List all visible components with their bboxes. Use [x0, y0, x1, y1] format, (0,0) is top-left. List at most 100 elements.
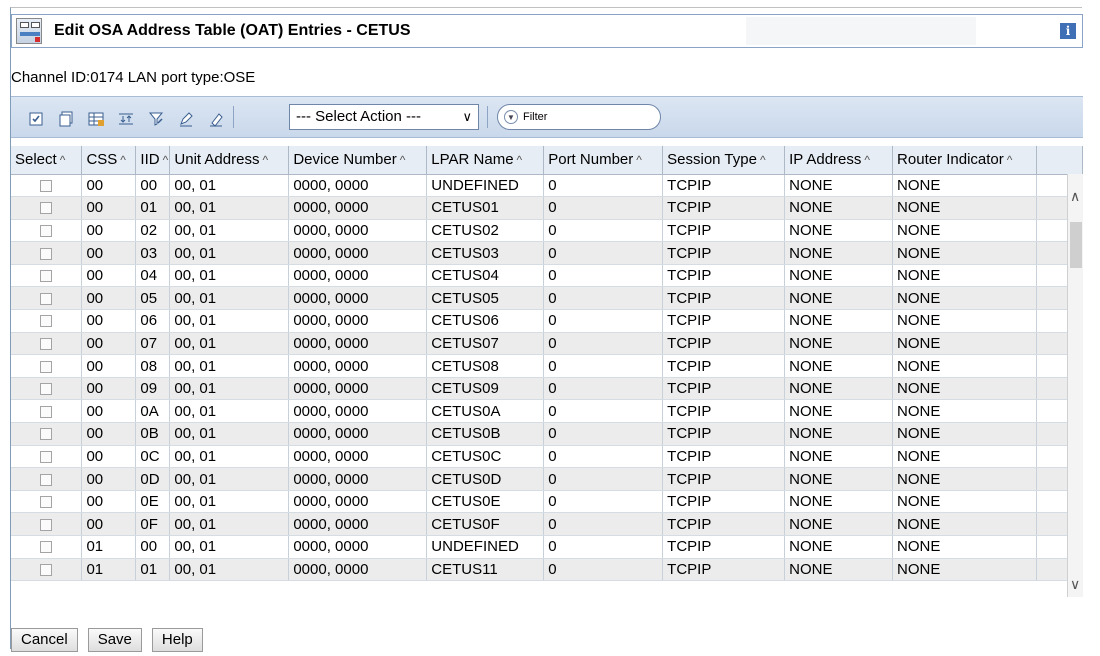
table-cell: NONE [892, 332, 1037, 356]
column-header[interactable]: IP Address ^ [784, 146, 894, 175]
row-checkbox[interactable] [40, 428, 53, 441]
row-checkbox[interactable] [40, 247, 53, 260]
row-checkbox[interactable] [40, 450, 53, 463]
table-cell: CETUS06 [426, 309, 545, 333]
table-row[interactable]: 00 09 00, 01 0000, 0000 CETUS09 0 TCPIP NONE NON… [11, 377, 1084, 401]
table-row[interactable]: 00 00 00, 01 0000, 0000 UNDEFINED 0 TCPIP NONE N… [11, 174, 1084, 198]
table-row[interactable]: 00 0E 00, 01 0000, 0000 CETUS0E 0 TCPIP NONE NON… [11, 490, 1084, 514]
row-checkbox[interactable] [40, 541, 53, 554]
table-cell: CETUS08 [426, 354, 545, 378]
row-checkbox[interactable] [40, 496, 53, 509]
table-row[interactable]: 00 08 00, 01 0000, 0000 CETUS08 0 TCPIP NONE NON… [11, 354, 1084, 378]
scroll-up-icon[interactable]: ∧ [1070, 188, 1080, 205]
filter-edit-icon[interactable] [147, 110, 164, 127]
column-header[interactable]: Port Number ^ [543, 146, 664, 175]
table-cell: NONE [784, 422, 894, 446]
row-checkbox[interactable] [40, 337, 53, 350]
select-cell [11, 558, 83, 582]
table-cell: NONE [892, 558, 1037, 582]
row-checkbox[interactable] [40, 270, 53, 283]
sort-icon[interactable]: ^ [60, 153, 66, 167]
clear-icon[interactable] [207, 110, 224, 127]
table-cell: 00, 01 [169, 219, 290, 243]
table-cell: CETUS01 [426, 196, 545, 220]
save-button[interactable]: Save [87, 628, 142, 652]
row-checkbox[interactable] [40, 202, 53, 215]
select-all-icon[interactable] [27, 110, 44, 127]
table-row[interactable]: 00 05 00, 01 0000, 0000 CETUS05 0 TCPIP NONE NON… [11, 286, 1084, 311]
row-checkbox[interactable] [40, 179, 53, 192]
row-checkbox[interactable] [40, 518, 53, 531]
column-header[interactable]: Device Number ^ [288, 146, 428, 175]
column-header[interactable]: Select ^ [11, 146, 83, 175]
table-cell: TCPIP [662, 264, 786, 288]
sort-icon[interactable]: ^ [262, 153, 268, 167]
select-cell [11, 286, 83, 311]
column-header[interactable]: LPAR Name ^ [426, 146, 545, 175]
table-icon[interactable] [87, 110, 104, 127]
column-header[interactable]: Unit Address ^ [169, 146, 290, 175]
row-checkbox[interactable] [40, 383, 53, 396]
table-cell: NONE [784, 309, 894, 333]
table-cell: CETUS05 [426, 286, 545, 311]
table-cell: 01 [135, 558, 171, 582]
table-cell: 00, 01 [169, 264, 290, 288]
select-action-dropdown[interactable]: --- Select Action --- ∨ [289, 104, 479, 130]
table-row[interactable]: 00 01 00, 01 0000, 0000 CETUS01 0 TCPIP NONE NON… [11, 196, 1084, 220]
scroll-down-icon[interactable]: ∨ [1070, 576, 1080, 593]
scroll-thumb[interactable] [1070, 222, 1082, 268]
row-checkbox[interactable] [40, 473, 53, 486]
table-cell: NONE [892, 467, 1037, 491]
table-cell: 00 [135, 174, 171, 198]
row-checkbox[interactable] [40, 315, 53, 328]
expand-icon[interactable] [117, 110, 134, 127]
table-row[interactable]: 00 04 00, 01 0000, 0000 CETUS04 0 TCPIP NONE NON… [11, 264, 1084, 288]
sort-icon[interactable]: ^ [517, 153, 523, 167]
column-header[interactable]: Session Type ^ [662, 146, 786, 175]
sort-icon[interactable]: ^ [120, 153, 126, 167]
row-checkbox[interactable] [40, 225, 53, 238]
edit-icon[interactable] [177, 110, 194, 127]
table-row[interactable]: 00 0F 00, 01 0000, 0000 CETUS0F 0 TCPIP NONE NON… [11, 512, 1084, 536]
table-row[interactable]: 00 06 00, 01 0000, 0000 CETUS06 0 TCPIP NONE NON… [11, 309, 1084, 333]
sort-icon[interactable]: ^ [864, 153, 870, 167]
help-button[interactable]: Help [151, 628, 203, 652]
column-header[interactable]: CSS ^ [81, 146, 137, 175]
sort-icon[interactable]: ^ [400, 153, 406, 167]
info-icon[interactable]: i [1060, 23, 1076, 39]
table-cell: NONE [784, 512, 894, 536]
table-row[interactable]: 00 0D 00, 01 0000, 0000 CETUS0D 0 TCPIP NONE NON… [11, 467, 1084, 491]
table-row[interactable]: 00 0C 00, 01 0000, 0000 CETUS0C 0 TCPIP NONE NON… [11, 445, 1084, 469]
column-header[interactable]: Router Indicator ^ [892, 146, 1037, 175]
filter-dropdown-icon[interactable]: ▼ [504, 110, 518, 124]
table-cell: NONE [784, 219, 894, 243]
sort-icon[interactable]: ^ [163, 153, 169, 167]
row-checkbox[interactable] [40, 405, 53, 418]
table-row[interactable]: 00 07 00, 01 0000, 0000 CETUS07 0 TCPIP NONE NON… [11, 332, 1084, 356]
deselect-all-icon[interactable] [57, 110, 74, 127]
sort-icon[interactable]: ^ [1007, 153, 1013, 167]
row-checkbox[interactable] [40, 563, 53, 576]
cancel-button[interactable]: Cancel [11, 628, 78, 652]
table-row[interactable]: 00 02 00, 01 0000, 0000 CETUS02 0 TCPIP NONE NON… [11, 219, 1084, 243]
sort-icon[interactable]: ^ [760, 153, 766, 167]
window-title: Edit OSA Address Table (OAT) Entries - C… [54, 22, 411, 39]
table-cell: 0 [543, 399, 664, 424]
table-cell: 00, 01 [169, 241, 290, 265]
table-row[interactable]: 01 00 00, 01 0000, 0000 UNDEFINED 0 TCPIP NONE N… [11, 535, 1084, 559]
table-cell: CETUS11 [426, 558, 545, 582]
table-cell: 00, 01 [169, 399, 290, 424]
column-header-label: Unit Address [174, 151, 260, 169]
vertical-scrollbar[interactable]: ∧ ∨ [1067, 174, 1083, 597]
row-checkbox[interactable] [40, 360, 53, 373]
row-checkbox[interactable] [40, 292, 53, 305]
sort-icon[interactable]: ^ [636, 153, 642, 167]
table-row[interactable]: 00 0A 00, 01 0000, 0000 CETUS0A 0 TCPIP NONE NON… [11, 399, 1084, 424]
table-row[interactable]: 00 0B 00, 01 0000, 0000 CETUS0B 0 TCPIP NONE NON… [11, 422, 1084, 446]
filter-input[interactable]: ▼ Filter [497, 104, 661, 130]
table-row[interactable]: 01 01 00, 01 0000, 0000 CETUS11 0 TCPIP NONE NON… [11, 558, 1084, 582]
table-cell: TCPIP [662, 422, 786, 446]
column-header[interactable]: IID ^ [135, 146, 171, 175]
table-row[interactable]: 00 03 00, 01 0000, 0000 CETUS03 0 TCPIP NONE NON… [11, 241, 1084, 265]
table-cell: NONE [784, 558, 894, 582]
